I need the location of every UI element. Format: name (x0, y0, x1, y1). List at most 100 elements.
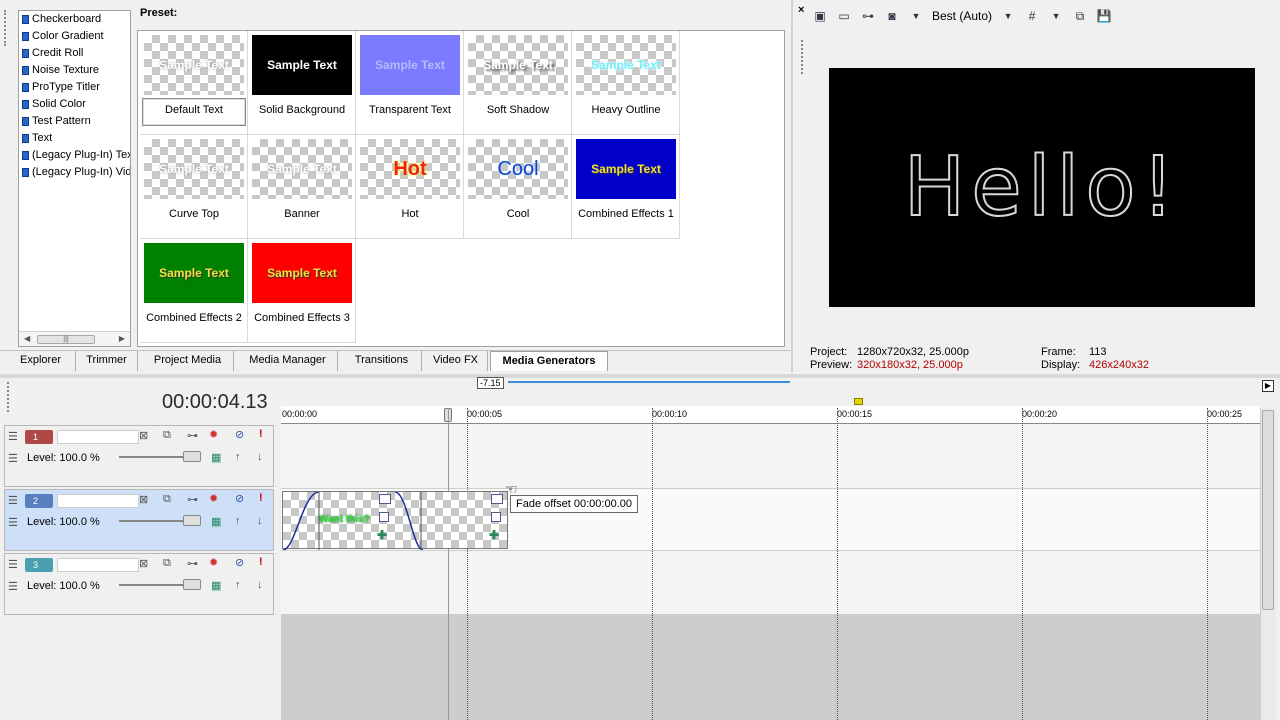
video-clip[interactable]: Want this? ✚ ✚ (282, 491, 509, 550)
track-expand-icon[interactable]: ☰ (8, 452, 18, 465)
generator-item[interactable]: Credit Roll (19, 45, 130, 62)
marker-icon[interactable] (854, 398, 863, 405)
up-arrow-icon[interactable]: ↑ (235, 579, 241, 591)
chevron-down-icon[interactable]: ▼ (1000, 8, 1016, 24)
tab-trimmer[interactable]: Trimmer (76, 351, 138, 371)
track-expand-icon[interactable]: ☰ (8, 516, 18, 529)
loop-region[interactable] (508, 381, 790, 383)
preset-item[interactable]: Sample Text Heavy Outline (572, 31, 680, 135)
preview-quality[interactable]: Best (Auto) (932, 9, 992, 23)
level-slider-thumb[interactable] (183, 515, 201, 526)
level-slider[interactable] (119, 520, 193, 522)
monitor-icon[interactable]: ▭ (836, 8, 852, 24)
parent-icon[interactable]: ⧉ (163, 493, 171, 506)
preset-item[interactable]: Sample Text Solid Background (248, 31, 356, 135)
parent-icon[interactable]: ⧉ (163, 557, 171, 570)
generator-item[interactable]: Text (19, 130, 130, 147)
preset-item[interactable]: Sample Text Default Text (140, 31, 248, 135)
splitter[interactable] (791, 0, 793, 372)
generator-item[interactable]: Checkerboard (19, 11, 130, 28)
down-arrow-icon[interactable]: ↓ (257, 451, 263, 463)
scrollbar-thumb[interactable] (1262, 410, 1274, 610)
up-arrow-icon[interactable]: ↑ (235, 515, 241, 527)
preset-item[interactable]: Cool Cool (464, 135, 572, 239)
track-name-field[interactable] (57, 558, 139, 572)
left-grip[interactable] (0, 10, 10, 50)
tab-media-manager[interactable]: Media Manager (238, 351, 338, 371)
empty-track-area[interactable] (281, 615, 1260, 720)
clip2-generator-icon[interactable]: ✚ (489, 528, 499, 542)
motion-icon[interactable]: ⊶ (187, 429, 198, 442)
tab-media-generators[interactable]: Media Generators (490, 351, 608, 371)
generator-item[interactable]: (Legacy Plug-In) Video (19, 164, 130, 181)
solo-icon[interactable]: ! (259, 556, 263, 568)
mute-icon[interactable]: ⊘ (235, 428, 244, 441)
generator-icon[interactable]: ▦ (211, 579, 221, 592)
mute-icon[interactable]: ⊘ (235, 492, 244, 505)
timeline-menu-icon[interactable]: ▶ (1262, 380, 1274, 392)
down-arrow-icon[interactable]: ↓ (257, 579, 263, 591)
parent-icon[interactable]: ⧉ (163, 429, 171, 442)
motion-icon[interactable]: ⊶ (187, 557, 198, 570)
overlay-icon[interactable]: ◙ (884, 8, 900, 24)
preview-grip[interactable] (801, 40, 803, 74)
scrollbar-thumb[interactable]: ||| (37, 335, 95, 344)
motion-icon[interactable]: ⊶ (187, 493, 198, 506)
collapse-icon[interactable]: ☰ (8, 494, 18, 507)
track-expand-icon[interactable]: ☰ (8, 580, 18, 593)
save-snapshot-icon[interactable]: 💾 (1096, 8, 1112, 24)
quality-dropdown-icon[interactable]: ▼ (908, 8, 924, 24)
track-header-3[interactable]: ☰ ☰ 3 ⊠ ⧉ ⊶ ✹ ⊘! Level: 100.0 % ▦ ↑ ↓ (4, 553, 274, 615)
generator-item[interactable]: Solid Color (19, 96, 130, 113)
generator-icon[interactable]: ▦ (211, 451, 221, 464)
track-fx-icon[interactable]: ✹ (209, 556, 218, 569)
generator-item[interactable]: Noise Texture (19, 62, 130, 79)
mute-icon[interactable]: ⊘ (235, 556, 244, 569)
grid-icon[interactable]: # (1024, 8, 1040, 24)
track-header-1[interactable]: ☰ ☰ 1 ⊠ ⧉ ⊶ ✹ ⊘! Level: 100.0 % ▦ ↑ ↓ (4, 425, 274, 487)
level-slider-thumb[interactable] (183, 579, 201, 590)
generator-item[interactable]: Color Gradient (19, 28, 130, 45)
track-name-field[interactable] (57, 430, 139, 444)
down-arrow-icon[interactable]: ↓ (257, 515, 263, 527)
properties-icon[interactable]: ▣ (812, 8, 828, 24)
collapse-icon[interactable]: ☰ (8, 558, 18, 571)
track-fx-icon[interactable]: ✹ (209, 428, 218, 441)
generator-icon[interactable]: ▦ (211, 515, 221, 528)
level-slider-thumb[interactable] (183, 451, 201, 462)
track-fx-icon[interactable]: ✹ (209, 492, 218, 505)
fade-curve[interactable] (283, 492, 509, 550)
scroll-left-icon[interactable]: ◀ (24, 334, 30, 343)
crop-icon[interactable] (379, 512, 389, 522)
preset-item[interactable]: Sample Text Combined Effects 3 (248, 239, 356, 343)
preset-item[interactable]: Sample Text Transparent Text (356, 31, 464, 135)
generator-item[interactable]: ProType Titler (19, 79, 130, 96)
clip-fx-icon[interactable] (379, 494, 391, 504)
compositing-icon[interactable]: ⊠ (139, 493, 148, 506)
split-screen-icon[interactable]: ⊶ (860, 8, 876, 24)
chevron-down-icon[interactable]: ▼ (1048, 8, 1064, 24)
up-arrow-icon[interactable]: ↑ (235, 451, 241, 463)
generator-list[interactable]: Checkerboard Color Gradient Credit Roll Noi… (18, 10, 131, 347)
tab-transitions[interactable]: Transitions (342, 351, 422, 371)
solo-icon[interactable]: ! (259, 428, 263, 440)
collapse-icon[interactable]: ☰ (8, 430, 18, 443)
compositing-icon[interactable]: ⊠ (139, 429, 148, 442)
timeline-grip[interactable] (7, 382, 9, 412)
track-name-field[interactable] (57, 494, 139, 508)
preset-item[interactable]: Sample Text Soft Shadow (464, 31, 572, 135)
clip2-crop-icon[interactable] (491, 512, 501, 522)
preset-item[interactable]: Sample Text Banner (248, 135, 356, 239)
tab-explorer[interactable]: Explorer (6, 351, 76, 371)
generator-item[interactable]: Test Pattern (19, 113, 130, 130)
tab-video-fx[interactable]: Video FX (424, 351, 488, 371)
generator-icon[interactable]: ✚ (377, 528, 387, 542)
preset-item[interactable]: Sample Text Combined Effects 1 (572, 135, 680, 239)
compositing-icon[interactable]: ⊠ (139, 557, 148, 570)
track-lane-3[interactable] (281, 552, 1260, 615)
generator-item[interactable]: (Legacy Plug-In) Text (19, 147, 130, 164)
generator-hscrollbar[interactable]: ◀ ||| ▶ (19, 331, 130, 346)
track-header-2[interactable]: ☰ ☰ 2 ⊠ ⧉ ⊶ ✹ ⊘! Level: 100.0 % ▦ ↑ ↓ (4, 489, 274, 551)
tab-project-media[interactable]: Project Media (142, 351, 234, 371)
level-slider[interactable] (119, 584, 193, 586)
